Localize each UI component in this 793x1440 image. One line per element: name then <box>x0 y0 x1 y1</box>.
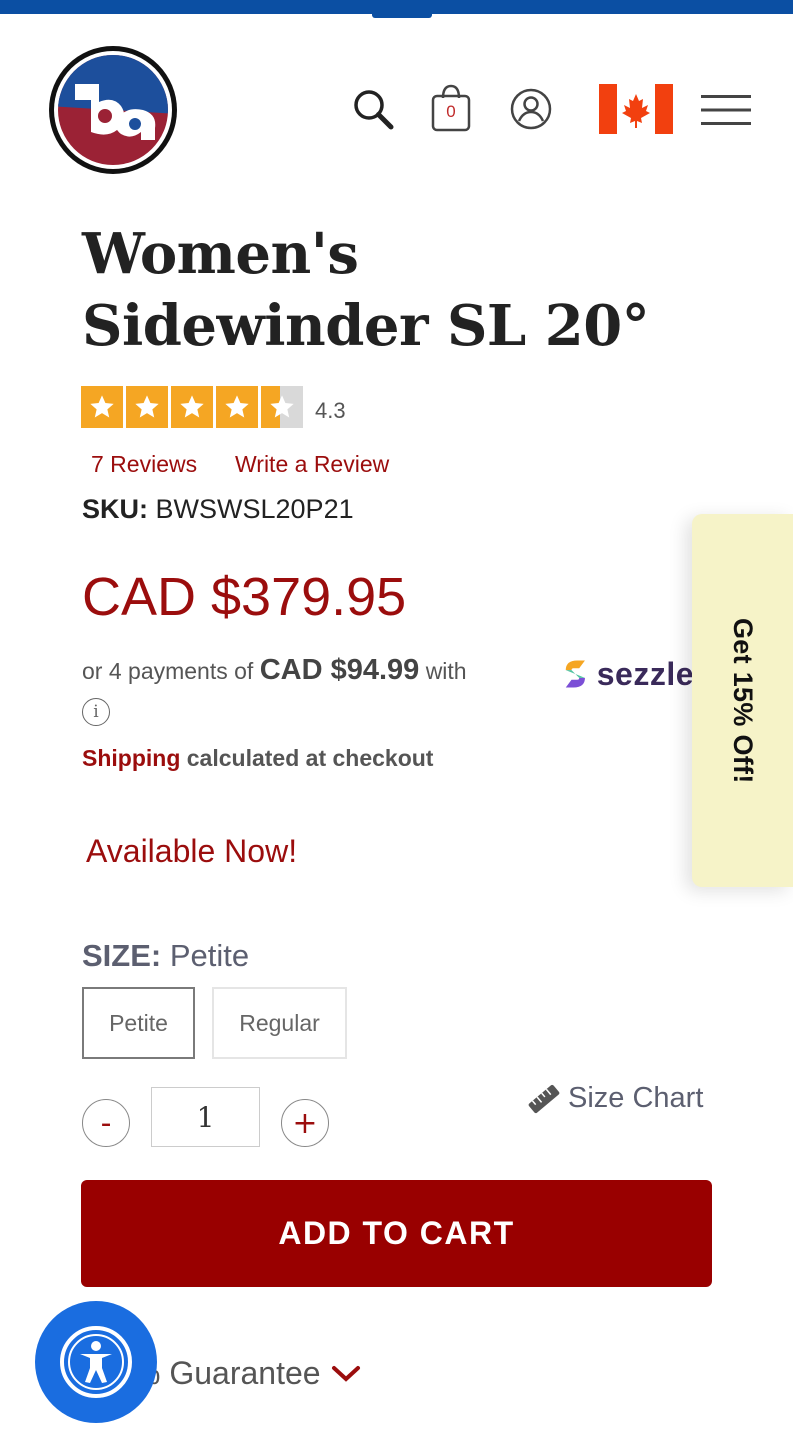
search-icon[interactable] <box>348 84 398 134</box>
accessibility-icon <box>60 1326 132 1398</box>
availability-status: Available Now! <box>86 833 298 869</box>
star-icon <box>216 386 258 428</box>
product-title: Women's Sidewinder SL 20° <box>82 218 702 362</box>
size-option-regular[interactable]: Regular <box>212 987 347 1059</box>
promo-label: Get 15% Off! <box>728 617 758 784</box>
top-accent-tab <box>372 14 432 18</box>
rating-stars[interactable] <box>81 386 303 428</box>
size-label: SIZE: Petite <box>82 938 249 974</box>
quantity-decrease-button[interactable]: - <box>82 1099 130 1147</box>
guarantee-label: % Guarantee <box>132 1355 321 1391</box>
product-price: CAD $379.95 <box>82 567 407 627</box>
quantity-input[interactable]: 1 <box>151 1087 260 1147</box>
ruler-icon <box>528 1084 560 1113</box>
account-icon[interactable] <box>508 86 554 132</box>
sku-label: SKU: <box>82 494 148 524</box>
reviews-link[interactable]: 7 Reviews <box>91 451 197 478</box>
shopping-bag-icon[interactable]: 0 <box>428 82 474 134</box>
star-icon <box>171 386 213 428</box>
info-icon[interactable]: i <box>82 698 110 726</box>
guarantee-accordion[interactable]: % Guarantee <box>132 1355 361 1392</box>
installment-amount: CAD $94.99 <box>259 654 420 686</box>
star-icon <box>126 386 168 428</box>
installment-suffix: with <box>425 658 467 684</box>
accessibility-button[interactable] <box>35 1301 157 1423</box>
size-option-petite[interactable]: Petite <box>82 987 195 1059</box>
size-label-title: SIZE: <box>82 938 162 973</box>
installment-prefix: or 4 payments of <box>82 658 254 684</box>
write-review-link[interactable]: Write a Review <box>235 451 389 478</box>
hamburger-menu-icon[interactable] <box>699 92 753 128</box>
product-title-line-1: Women's <box>82 221 359 287</box>
star-icon <box>81 386 123 428</box>
size-selected-value: Petite <box>169 938 250 973</box>
half-star-icon <box>261 386 303 428</box>
top-accent-bar <box>0 0 793 14</box>
add-to-cart-button[interactable]: ADD TO CART <box>81 1180 712 1287</box>
shipping-link[interactable]: Shipping <box>82 745 180 771</box>
sezzle-logo[interactable]: sezzle <box>560 652 694 696</box>
sezzle-wordmark: sezzle <box>596 655 694 692</box>
sezzle-icon <box>565 660 585 688</box>
discount-promo-tab[interactable]: Get 15% Off! <box>692 514 793 887</box>
size-chart-link[interactable]: Size Chart <box>526 1082 703 1115</box>
canada-flag-icon[interactable] <box>599 84 673 134</box>
shipping-text: calculated at checkout <box>186 745 434 771</box>
cart-count: 0 <box>446 102 456 121</box>
sku: SKU: BWSWSL20P21 <box>82 494 354 525</box>
rating-value: 4.3 <box>315 398 346 423</box>
product-title-line-2: Sidewinder SL 20° <box>82 293 650 359</box>
chevron-down-icon <box>331 1365 360 1382</box>
quantity-increase-button[interactable]: + <box>281 1099 329 1147</box>
shipping-info: Shipping calculated at checkout <box>82 745 433 772</box>
brand-logo[interactable] <box>47 44 179 176</box>
size-chart-label: Size Chart <box>568 1082 704 1114</box>
sku-value: BWSWSL20P21 <box>155 494 354 524</box>
